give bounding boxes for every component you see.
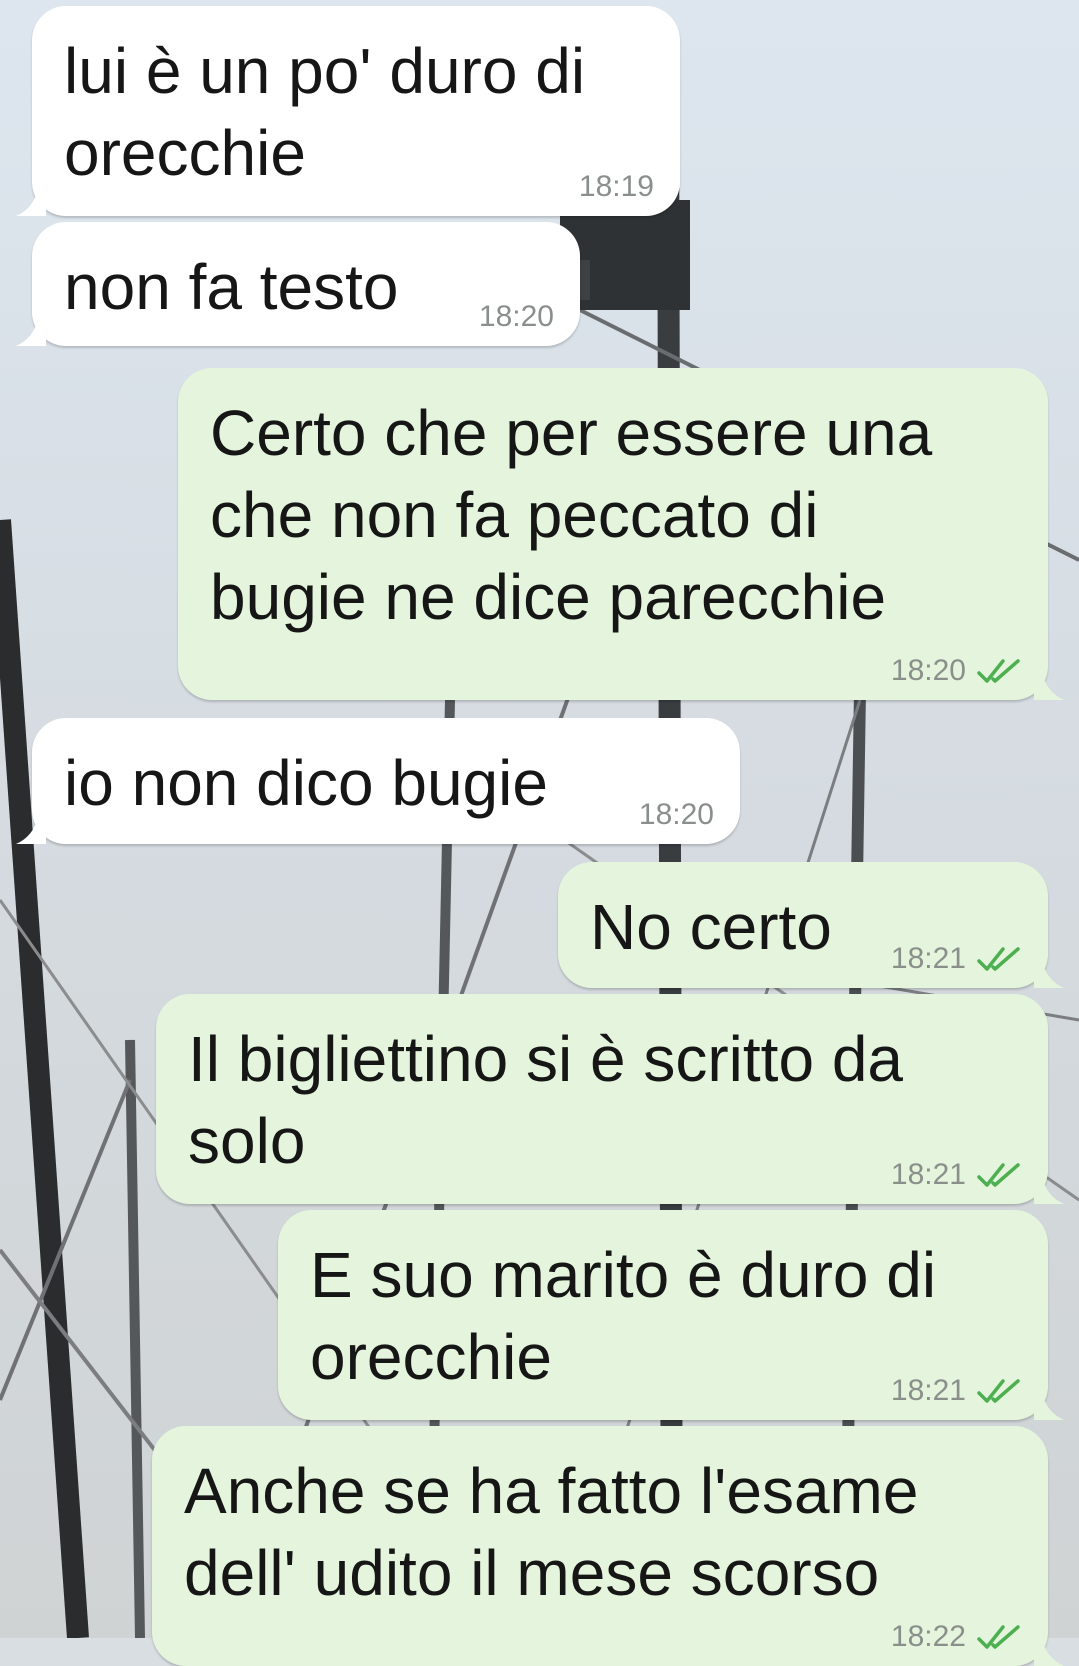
outgoing-message-bubble[interactable]: Certo che per essere una che non fa pecc… [178,368,1064,700]
message-meta: 18:20 [479,302,554,332]
bubble-tail [16,318,46,346]
bubble-tail [1034,1176,1064,1204]
message-timestamp: 18:20 [478,300,554,333]
incoming-message-bubble[interactable]: lui è un po' duro di orecchie 18:19 [16,6,680,216]
message-meta: 18:20 [891,656,1022,686]
outgoing-message-bubble[interactable]: Anche se ha fatto l'esame dell' udito il… [152,1426,1064,1666]
bubble-tail [1034,1638,1064,1666]
message-text: lui è un po' duro di orecchie [64,35,586,189]
bubble-tail [1034,960,1064,988]
bubble-tail [16,816,46,844]
message-timestamp: 18:20 [638,798,714,831]
outgoing-message-bubble[interactable]: E suo marito è duro di orecchie 18:21 [278,1210,1064,1420]
double-check-icon [977,1625,1020,1649]
message-timestamp: 18:21 [890,1374,966,1407]
double-check-icon [977,1379,1020,1403]
bubble-tail [16,188,46,216]
message-text: Certo che per essere una che non fa pecc… [210,397,933,633]
outgoing-message-bubble[interactable]: Il bigliettino si è scritto da solo 18:21 [156,994,1064,1204]
message-meta: 18:21 [891,944,1022,974]
message-timestamp: 18:22 [890,1620,966,1653]
message-text: Il bigliettino si è scritto da solo [188,1023,903,1177]
message-text: E suo marito è duro di orecchie [310,1239,937,1393]
incoming-message-bubble[interactable]: io non dico bugie 18:20 [16,718,740,844]
message-timestamp: 18:19 [578,170,654,203]
message-text: non fa testo [64,251,399,323]
message-meta: 18:22 [891,1622,1022,1652]
message-text: No certo [590,891,832,963]
double-check-icon [977,947,1020,971]
outgoing-message-bubble[interactable]: No certo 18:21 [558,862,1064,988]
message-meta: 18:21 [891,1376,1022,1406]
message-timestamp: 18:21 [890,942,966,975]
message-meta: 18:19 [579,172,654,202]
incoming-message-bubble[interactable]: non fa testo 18:20 [16,222,580,346]
bubble-tail [1034,1392,1064,1420]
message-meta: 18:21 [891,1160,1022,1190]
message-text: io non dico bugie [64,747,548,819]
double-check-icon [977,659,1020,683]
double-check-icon [977,1163,1020,1187]
message-timestamp: 18:20 [890,654,966,687]
message-meta: 18:20 [639,800,714,830]
bubble-tail [1034,672,1064,700]
message-text: Anche se ha fatto l'esame dell' udito il… [184,1455,919,1609]
message-timestamp: 18:21 [890,1158,966,1191]
